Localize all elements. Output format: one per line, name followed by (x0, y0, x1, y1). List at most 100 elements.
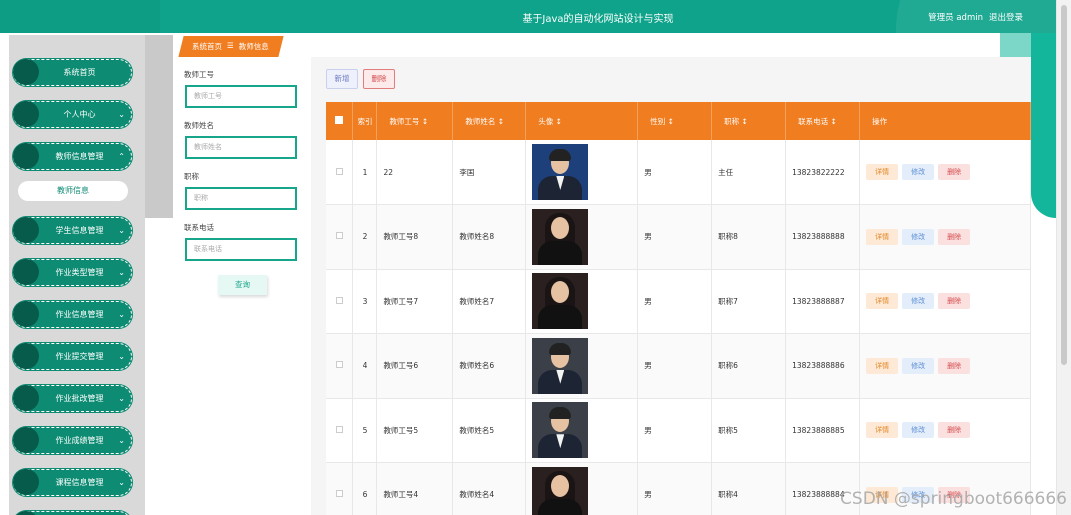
photo-hair (549, 342, 572, 355)
cell-gender: 男 (637, 462, 713, 515)
sidebar-item-hw-type[interactable]: 作业类型管理 ⌄ (13, 259, 132, 286)
row-checkbox[interactable] (326, 333, 354, 399)
cell-index: 2 (352, 204, 378, 270)
row-checkbox[interactable] (326, 462, 354, 515)
sidebar-item-hw-submit[interactable]: 作业提交管理 ⌄ (13, 343, 132, 370)
cell-actions: 详情 修改 删除 (859, 204, 1031, 270)
detail-button[interactable]: 详情 (866, 357, 899, 374)
cell-teacher-name: 教师姓名5 (452, 398, 527, 463)
table-body: 1 22 李国男主任 13823822222 详情 修改 删除 2 教师工号8 教师姓名8 男职称8… (326, 140, 1031, 515)
checkbox-icon (335, 296, 343, 304)
delete-button[interactable]: 删除 (938, 293, 971, 310)
table-row: 5 教师工号5 教师姓名5 男职称5 13823888885 详情 修改 删除 (326, 398, 1031, 463)
col-teacher-name[interactable]: 教师姓名 ↕ (452, 102, 527, 140)
breadcrumb-separator-icon: ☰ (227, 41, 234, 50)
col-title[interactable]: 职称 ↕ (711, 102, 787, 140)
title-input[interactable]: 职称 (185, 187, 297, 210)
teacher-name-input[interactable]: 教师姓名 (185, 136, 297, 159)
avatar[interactable] (532, 273, 589, 330)
avatar[interactable] (532, 208, 589, 265)
edit-button[interactable]: 修改 (902, 164, 935, 180)
menu-dot-icon (13, 511, 39, 515)
cell-gender: 男 (637, 333, 713, 399)
row-checkbox[interactable] (326, 140, 354, 205)
cell-index: 6 (352, 462, 378, 515)
row-checkbox[interactable] (326, 398, 354, 463)
batch-delete-button[interactable]: 删除 (363, 69, 395, 89)
sidebar-item-hw-score[interactable]: 作业成绩管理 ⌄ (13, 427, 132, 454)
chevron-down-icon: ⌄ (118, 394, 125, 403)
search-panel: 教师工号 教师工号 教师姓名 教师姓名 职称 职称 联系电话 联系电话 查询 (173, 57, 311, 515)
sidebar-item-label: 作业信息管理 (55, 310, 104, 319)
delete-button[interactable]: 删除 (938, 422, 971, 439)
field-label-phone: 联系电话 (184, 223, 214, 232)
col-teacher-id[interactable]: 教师工号 ↕ (376, 102, 454, 140)
cell-teacher-id: 22 (376, 140, 454, 205)
teacher-id-input[interactable]: 教师工号 (185, 85, 297, 108)
menu-dot-icon (13, 101, 39, 127)
col-index[interactable]: 索引 (352, 102, 378, 140)
checkbox-icon (335, 490, 343, 498)
detail-button[interactable]: 详情 (866, 293, 899, 310)
checkbox-icon (335, 116, 344, 124)
sidebar-subitem-teacher-info[interactable]: 教师信息 (18, 181, 128, 201)
cell-phone: 13823888887 (785, 269, 861, 334)
avatar[interactable] (532, 144, 589, 200)
field-label-title: 职称 (184, 172, 199, 181)
sidebar-item-hw-info[interactable]: 作业信息管理 ⌄ (13, 301, 132, 328)
col-photo[interactable]: 头像 ↕ (525, 102, 639, 140)
cell-teacher-name: 教师姓名4 (452, 462, 527, 515)
page-scrollbar[interactable] (1056, 0, 1071, 515)
sidebar-item-more[interactable] (13, 511, 132, 515)
row-checkbox[interactable] (326, 269, 354, 334)
select-all-checkbox[interactable] (326, 102, 354, 140)
cell-teacher-name: 教师姓名6 (452, 333, 527, 399)
cell-title: 职称4 (711, 462, 787, 515)
breadcrumb-home[interactable]: 系统首页 (192, 41, 222, 52)
row-checkbox[interactable] (326, 204, 354, 270)
delete-button[interactable]: 删除 (938, 228, 971, 245)
sidebar-item-student[interactable]: 学生信息管理 ⌄ (13, 217, 132, 244)
cell-index: 1 (352, 140, 378, 205)
query-button[interactable]: 查询 (218, 275, 267, 295)
col-phone[interactable]: 联系电话 ↕ (785, 102, 861, 140)
photo-face (551, 216, 570, 239)
checkbox-icon (335, 361, 343, 369)
col-actions: 操作 (859, 102, 1031, 140)
sidebar-item-home[interactable]: 系统首页 (13, 59, 132, 86)
teacher-table: 索引 教师工号 ↕ 教师姓名 ↕ 头像 ↕ 性别 ↕ 职称 ↕ 联系电话 ↕ 操… (326, 102, 1031, 515)
sidebar-item-label: 课程信息管理 (55, 478, 104, 487)
sidebar-item-teacher[interactable]: 教师信息管理 ⌃ (13, 143, 132, 170)
menu-dot-icon (13, 385, 39, 411)
cell-teacher-name: 教师姓名8 (452, 204, 527, 270)
delete-button[interactable]: 删除 (938, 357, 971, 374)
sidebar-item-profile[interactable]: 个人中心 ⌄ (13, 101, 132, 128)
logout-link[interactable]: 退出登录 (989, 11, 1023, 23)
edit-button[interactable]: 修改 (902, 293, 935, 310)
cell-photo (525, 204, 639, 270)
cell-phone: 13823888888 (785, 204, 861, 270)
phone-input[interactable]: 联系电话 (185, 238, 297, 261)
sidebar-item-course[interactable]: 课程信息管理 ⌄ (13, 469, 132, 496)
menu-dot-icon (13, 259, 39, 285)
avatar[interactable] (532, 466, 589, 515)
sidebar-item-label: 系统首页 (63, 68, 96, 77)
delete-button[interactable]: 删除 (938, 164, 971, 180)
detail-button[interactable]: 详情 (866, 228, 899, 245)
add-button[interactable]: 新增 (326, 69, 358, 89)
col-gender[interactable]: 性别 ↕ (637, 102, 713, 140)
cell-actions: 详情 修改 删除 (859, 269, 1031, 334)
cell-teacher-id: 教师工号5 (376, 398, 454, 463)
avatar[interactable] (532, 402, 589, 459)
edit-button[interactable]: 修改 (902, 357, 935, 374)
detail-button[interactable]: 详情 (866, 422, 899, 439)
detail-button[interactable]: 详情 (866, 164, 899, 180)
avatar[interactable] (532, 337, 589, 394)
scrollbar-thumb[interactable] (1061, 5, 1067, 365)
sidebar-item-hw-grade[interactable]: 作业批改管理 ⌄ (13, 385, 132, 412)
chevron-down-icon: ⌄ (118, 268, 125, 277)
table-row: 2 教师工号8 教师姓名8 男职称8 13823888888 详情 修改 删除 (326, 204, 1031, 270)
breadcrumb-text: 系统首页 ☰ 教师信息 (192, 41, 269, 52)
edit-button[interactable]: 修改 (902, 228, 935, 245)
edit-button[interactable]: 修改 (902, 422, 935, 439)
